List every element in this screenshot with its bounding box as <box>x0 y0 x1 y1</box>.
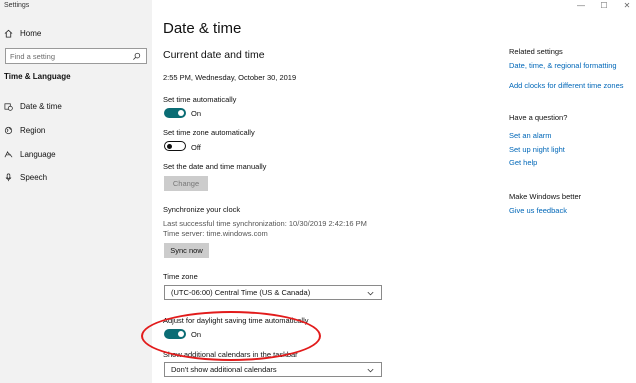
set-timezone-auto-state: Off <box>191 143 201 152</box>
set-time-auto-state: On <box>191 109 202 118</box>
search-placeholder: Find a setting <box>10 51 56 61</box>
timezone-label: Time zone <box>163 272 198 281</box>
chevron-down-icon <box>367 291 374 296</box>
link-set-alarm[interactable]: Set an alarm <box>509 131 552 140</box>
chevron-down-icon <box>367 368 374 373</box>
sidebar-item-label: Date & time <box>20 101 62 111</box>
set-timezone-auto-label: Set time zone automatically <box>163 128 255 137</box>
sidebar-home[interactable]: Home <box>4 25 41 41</box>
sidebar: Settings Home Find a setting Time & Lang… <box>0 0 152 383</box>
link-give-feedback[interactable]: Give us feedback <box>509 206 567 215</box>
set-timezone-auto-toggle[interactable] <box>164 141 186 151</box>
close-button[interactable]: ✕ <box>620 1 634 10</box>
search-input[interactable]: Find a setting <box>5 48 147 64</box>
calendars-select[interactable]: Don't show additional calendars <box>164 362 382 377</box>
toggle-knob <box>167 143 172 149</box>
last-sync-text: Last successful time synchronization: 10… <box>163 219 367 228</box>
home-icon <box>4 29 13 38</box>
sidebar-item-language[interactable]: Language <box>4 147 56 161</box>
sidebar-item-speech[interactable]: Speech <box>4 170 47 184</box>
window-title: Settings <box>4 2 30 9</box>
current-datetime: 2:55 PM, Wednesday, October 30, 2019 <box>163 73 297 82</box>
calendars-value: Don't show additional calendars <box>171 365 277 374</box>
sidebar-item-label: Language <box>20 149 56 159</box>
dst-label: Adjust for daylight saving time automati… <box>163 316 309 325</box>
link-get-help[interactable]: Get help <box>509 158 537 167</box>
link-regional-formatting[interactable]: Date, time, & regional formatting <box>509 61 617 70</box>
search-icon <box>133 52 141 60</box>
sync-now-button[interactable]: Sync now <box>164 243 209 258</box>
section-title: Current date and time <box>163 49 265 61</box>
sidebar-item-region[interactable]: Region <box>4 123 45 137</box>
related-settings-heading: Related settings <box>509 47 563 56</box>
set-manual-label: Set the date and time manually <box>163 162 267 171</box>
page-title: Date & time <box>163 20 242 37</box>
toggle-knob <box>178 110 184 116</box>
sidebar-item-label: Region <box>20 125 46 135</box>
make-windows-better-heading: Make Windows better <box>509 192 582 201</box>
sidebar-item-label: Speech <box>20 172 48 182</box>
dst-toggle[interactable] <box>164 329 186 339</box>
microphone-icon <box>5 173 12 181</box>
dst-state: On <box>191 330 202 339</box>
maximize-button[interactable]: ☐ <box>597 1 611 10</box>
link-night-light[interactable]: Set up night light <box>509 145 565 154</box>
toggle-knob <box>178 331 184 337</box>
link-add-clocks[interactable]: Add clocks for different time zones <box>509 81 624 90</box>
calendars-label: Show additional calendars in the taskbar <box>163 350 298 359</box>
time-server-text: Time server: time.windows.com <box>163 229 268 238</box>
set-time-auto-toggle[interactable] <box>164 108 186 118</box>
language-icon <box>4 150 13 157</box>
sidebar-section-label: Time & Language <box>4 72 71 81</box>
timezone-select[interactable]: (UTC-06:00) Central Time (US & Canada) <box>164 285 382 300</box>
minimize-button[interactable]: — <box>574 1 588 10</box>
change-button[interactable]: Change <box>164 176 208 191</box>
sidebar-item-date-time[interactable]: Date & time <box>4 99 62 113</box>
set-time-auto-label: Set time automatically <box>163 95 237 104</box>
sidebar-home-label: Home <box>20 28 42 38</box>
sync-title: Synchronize your clock <box>163 205 241 214</box>
calendar-clock-icon <box>4 102 13 111</box>
timezone-value: (UTC-06:00) Central Time (US & Canada) <box>171 288 311 297</box>
question-heading: Have a question? <box>509 113 568 122</box>
globe-icon <box>4 126 13 134</box>
